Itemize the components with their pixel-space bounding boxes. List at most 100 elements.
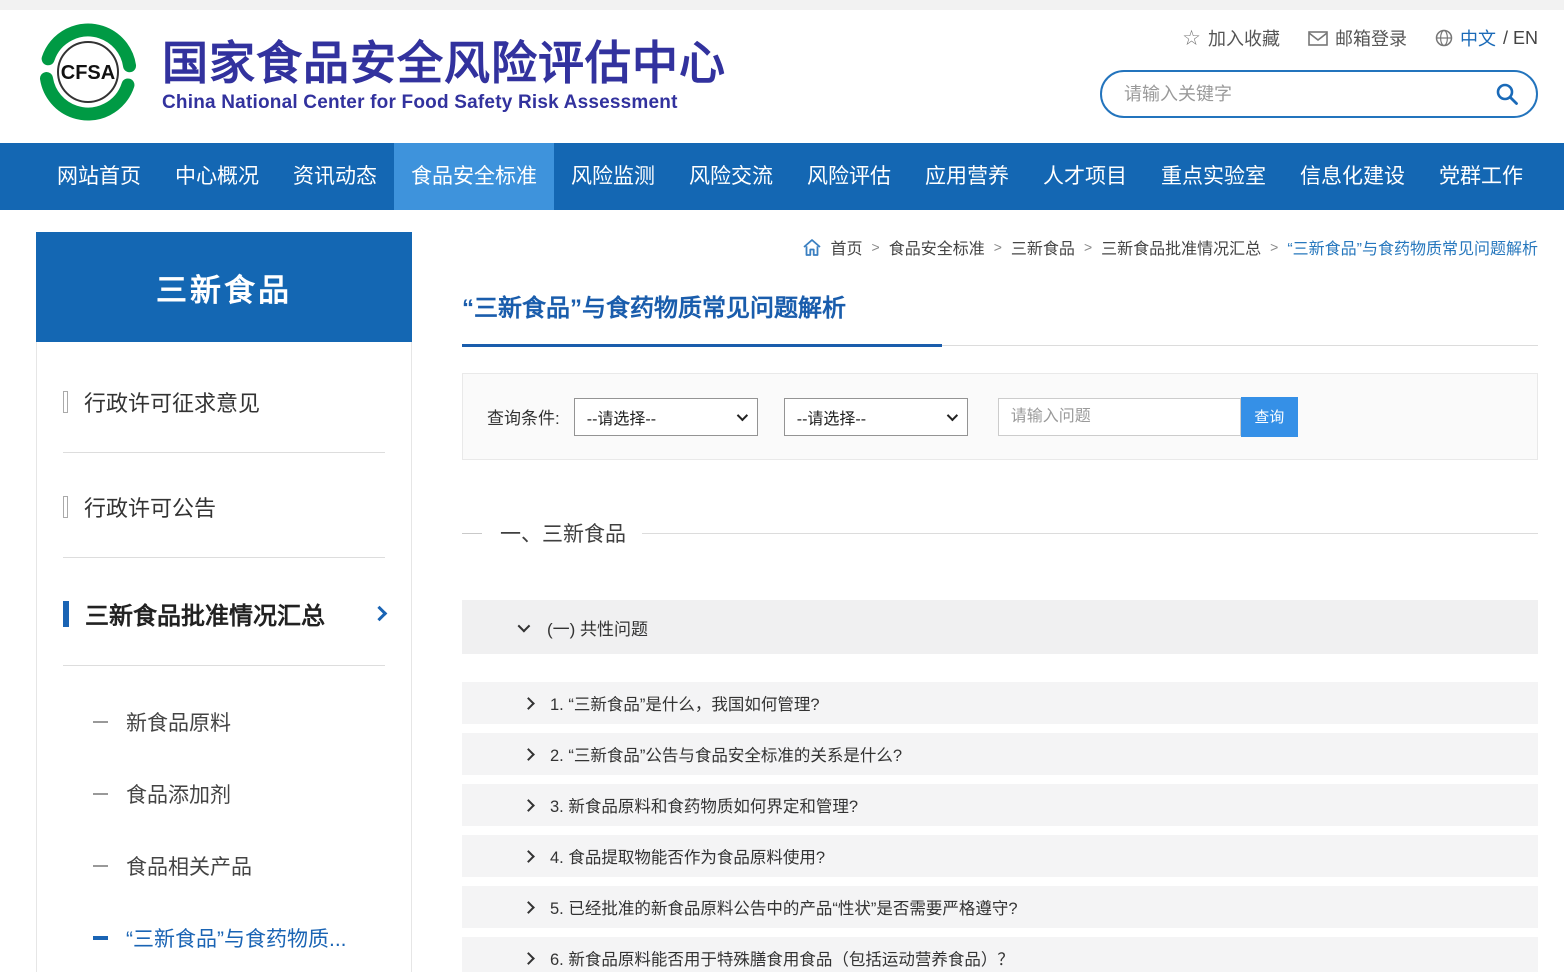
breadcrumb: 首页>食品安全标准>三新食品>三新食品批准情况汇总>“三新食品”与食药物质常见问… [462,232,1538,262]
question-row-3[interactable]: 3. 新食品原料和食药物质如何界定和管理? [462,784,1538,826]
question-row-1[interactable]: 1. “三新食品”是什么，我国如何管理? [462,682,1538,724]
accordion-group-header[interactable]: (一) 共性问题 [462,600,1538,654]
nav-item-10[interactable]: 重点实验室 [1144,143,1283,210]
nav-item-1[interactable]: 网站首页 [40,143,158,210]
sidebar-item-label: 行政许可公告 [84,491,216,523]
sidebar-title: 三新食品 [36,232,412,342]
sidebar-menu: 行政许可征求意见行政许可公告三新食品批准情况汇总新食品原料食品添加剂食品相关产品… [36,342,412,972]
sidebar-submenu: 新食品原料食品添加剂食品相关产品 “三新食品”与食药物质... [37,666,411,972]
sidebar-subitem-2[interactable]: 食品添加剂 [93,758,411,830]
item-marker [63,391,68,413]
chevron-down-icon [736,409,747,420]
question-text: 6. 新食品原料能否用于特殊膳食用食品（包括运动营养食品）？ [550,946,1014,970]
nav-item-3[interactable]: 资讯动态 [276,143,394,210]
question-row-6[interactable]: 6. 新食品原料能否用于特殊膳食用食品（包括运动营养食品）？ [462,937,1538,972]
chevron-right-icon [522,748,535,761]
sidebar-item-2[interactable]: 行政许可公告 [63,453,385,558]
question-text: 2. “三新食品”公告与食品安全标准的关系是什么? [550,742,902,766]
search-icon[interactable] [1494,81,1520,107]
question-text: 5. 已经批准的新食品原料公告中的产品“性状”是否需要严格遵守? [550,895,1018,919]
nav-item-7[interactable]: 风险评估 [790,143,908,210]
sidebar-item-3[interactable]: 三新食品批准情况汇总 [63,558,385,666]
item-marker [63,496,68,518]
query-panel: 查询条件: --请选择-- --请选择-- 查询 [462,373,1538,460]
sidebar-subitem-label: 食品相关产品 [126,851,252,881]
nav-item-6[interactable]: 风险交流 [672,143,790,210]
nav-item-11[interactable]: 信息化建设 [1283,143,1422,210]
svg-text:CFSA: CFSA [61,62,115,84]
sidebar-subitem-label: 新食品原料 [126,707,231,737]
site-title: 国家食品安全风险评估中心 [162,38,726,89]
sidebar-subitem-1[interactable]: 新食品原料 [93,686,411,758]
item-marker [63,601,69,627]
group-title: (一) 共性问题 [547,615,648,640]
sidebar: 三新食品 行政许可征求意见行政许可公告三新食品批准情况汇总新食品原料食品添加剂食… [36,232,412,972]
utility-links: ☆ 加入收藏 邮箱登录 [1100,22,1538,54]
language-switch[interactable]: 中文 / EN [1435,25,1538,51]
nav-item-8[interactable]: 应用营养 [908,143,1026,210]
dash-marker [93,721,108,723]
section-heading: 一、三新食品 [462,518,1538,548]
question-row-4[interactable]: 4. 食品提取物能否作为食品原料使用? [462,835,1538,877]
main-nav: 网站首页中心概况资讯动态食品安全标准风险监测风险交流风险评估应用营养人才项目重点… [0,143,1564,210]
envelope-icon [1308,31,1328,46]
nav-item-4[interactable]: 食品安全标准 [394,143,554,210]
lang-en-link[interactable]: / EN [1503,28,1538,49]
sidebar-subitem-label: “三新食品”与食药物质... [126,923,347,953]
sidebar-item-1[interactable]: 行政许可征求意见 [63,348,385,453]
chevron-right-icon [522,697,535,710]
sidebar-subitem-4[interactable]: “三新食品”与食药物质... [93,902,411,972]
cfsa-logo-icon: CFSA [36,20,140,124]
nav-item-12[interactable]: 党群工作 [1422,143,1540,210]
query-button[interactable]: 查询 [1241,397,1298,437]
lang-zh-link[interactable]: 中文 [1460,25,1496,51]
query-select-2-value: --请选择-- [797,405,866,429]
dash-marker [93,793,108,795]
nav-item-5[interactable]: 风险监测 [554,143,672,210]
search-input[interactable] [1124,84,1494,105]
breadcrumb-separator: > [1270,239,1278,255]
page-title: “三新食品”与食药物质常见问题解析 [462,288,1538,346]
breadcrumb-separator: > [872,239,880,255]
nav-item-9[interactable]: 人才项目 [1026,143,1144,210]
chevron-down-icon [518,619,531,632]
breadcrumb-item-3[interactable]: 三新食品 [1011,235,1075,259]
mail-login-label: 邮箱登录 [1335,25,1407,51]
breadcrumb-item-1[interactable]: 首页 [831,235,863,259]
breadcrumb-separator: > [994,239,1002,255]
sidebar-subitem-3[interactable]: 食品相关产品 [93,830,411,902]
globe-icon [1435,29,1453,47]
query-select-2[interactable]: --请选择-- [784,398,968,436]
star-icon: ☆ [1182,28,1201,49]
chevron-right-icon [522,901,535,914]
sidebar-subitem-label: 食品添加剂 [126,779,231,809]
chevron-right-icon [522,952,535,965]
site-logo[interactable]: CFSA 国家食品安全风险评估中心 China National Center … [36,20,726,124]
dash-marker [93,936,108,940]
question-row-5[interactable]: 5. 已经批准的新食品原料公告中的产品“性状”是否需要严格遵守? [462,886,1538,928]
rule-right [642,533,1538,534]
breadcrumb-item-5[interactable]: “三新食品”与食药物质常见问题解析 [1287,235,1538,259]
site-subtitle: China National Center for Food Safety Ri… [162,92,726,114]
query-select-1-value: --请选择-- [587,405,656,429]
site-header: CFSA 国家食品安全风险评估中心 China National Center … [0,10,1564,143]
query-label: 查询条件: [487,404,560,429]
dash-marker [93,865,108,867]
question-row-2[interactable]: 2. “三新食品”公告与食品安全标准的关系是什么? [462,733,1538,775]
section-title: 一、三新食品 [500,518,626,548]
breadcrumb-item-2[interactable]: 食品安全标准 [889,235,985,259]
question-list: 1. “三新食品”是什么，我国如何管理? 2. “三新食品”公告与食品安全标准的关… [462,682,1538,972]
main-content: 首页>食品安全标准>三新食品>三新食品批准情况汇总>“三新食品”与食药物质常见问… [462,232,1538,972]
add-favorite-link[interactable]: ☆ 加入收藏 [1182,25,1280,51]
breadcrumb-item-4[interactable]: 三新食品批准情况汇总 [1101,235,1261,259]
question-input[interactable] [998,398,1241,436]
query-select-1[interactable]: --请选择-- [574,398,758,436]
mail-login-link[interactable]: 邮箱登录 [1308,25,1407,51]
sidebar-item-label: 行政许可征求意见 [84,386,260,418]
page: CFSA 国家食品安全风险评估中心 China National Center … [0,0,1564,972]
chevron-right-icon [522,799,535,812]
nav-item-2[interactable]: 中心概况 [158,143,276,210]
question-text: 1. “三新食品”是什么，我国如何管理? [550,691,820,715]
chevron-right-icon [522,850,535,863]
home-icon[interactable] [802,238,822,257]
